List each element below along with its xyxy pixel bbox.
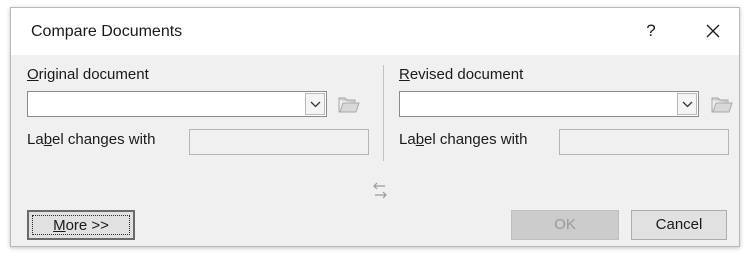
help-button[interactable]: ?: [639, 18, 663, 44]
close-icon: [706, 24, 720, 38]
cancel-button[interactable]: Cancel: [631, 210, 727, 240]
original-browse-folder-icon[interactable]: [338, 96, 360, 114]
revised-browse-folder-icon[interactable]: [711, 96, 733, 114]
ok-button[interactable]: OK: [511, 210, 619, 240]
revised-label-changes-input[interactable]: [559, 129, 729, 155]
original-document-combo[interactable]: [27, 91, 327, 117]
original-label-changes-input[interactable]: [189, 129, 369, 155]
close-button[interactable]: [699, 18, 727, 44]
section-divider: [383, 65, 384, 161]
revised-document-combo[interactable]: [399, 91, 699, 117]
swap-documents-icon[interactable]: [371, 180, 389, 202]
revised-dropdown-button[interactable]: [677, 93, 697, 115]
original-document-label: Original document: [27, 66, 149, 83]
compare-documents-dialog: Compare Documents ? Original document La…: [10, 7, 740, 247]
original-label-changes-label: Label changes with: [27, 131, 156, 148]
revised-document-label: Revised document: [399, 66, 524, 83]
chevron-down-icon: [682, 101, 693, 108]
revised-label-changes-label: Label changes with: [399, 131, 528, 148]
dialog-title: Compare Documents: [31, 23, 183, 40]
more-button[interactable]: More >>: [27, 210, 135, 240]
original-dropdown-button[interactable]: [305, 93, 325, 115]
title-bar: Compare Documents ?: [11, 8, 739, 55]
chevron-down-icon: [310, 101, 321, 108]
